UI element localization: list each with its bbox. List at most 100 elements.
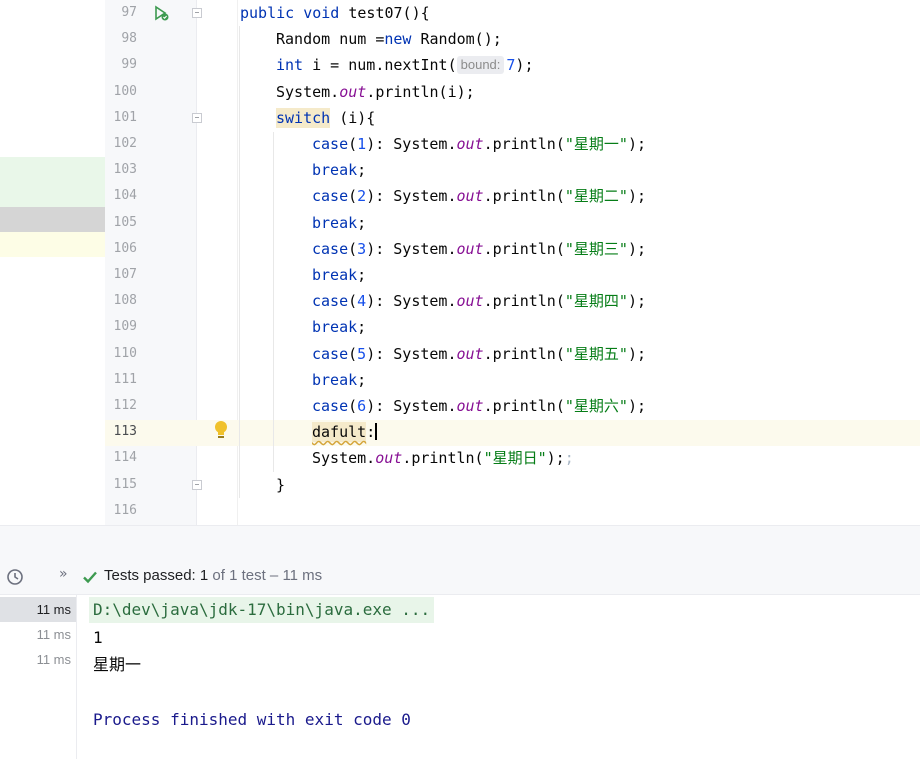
code-token: .println(: [483, 239, 565, 258]
console-output-line: 1: [93, 628, 103, 647]
intention-bulb-icon[interactable]: [214, 420, 228, 440]
code-line[interactable]: int i = num.nextInt(bound: 7);: [276, 52, 533, 78]
code-line[interactable]: Random num =new Random();: [276, 26, 502, 52]
code-token: "星期一": [564, 135, 628, 153]
code-token: test07(){: [348, 4, 430, 22]
code-token: switch: [276, 107, 331, 128]
parameter-hint: bound:: [456, 56, 505, 75]
code-token: "星期二": [564, 187, 628, 206]
fold-marker[interactable]: [192, 113, 202, 123]
code-token: case: [312, 344, 349, 363]
code-line[interactable]: case(4): System.out.println("星期四");: [312, 288, 646, 314]
fold-marker[interactable]: [192, 480, 202, 490]
line-number: 111: [113, 371, 137, 387]
code-token: 5: [357, 344, 367, 363]
code-token: (i){: [330, 108, 376, 127]
gutter-separator: [237, 0, 238, 525]
code-token: 1: [357, 135, 367, 153]
code-token: .println(: [483, 292, 565, 311]
console-exit-line: Process finished with exit code 0: [93, 710, 411, 729]
code-line[interactable]: }: [276, 472, 285, 498]
code-line[interactable]: System.out.println("星期日");;: [312, 445, 574, 471]
test-tree-row[interactable]: 11 ms: [0, 647, 76, 672]
code-line[interactable]: break;: [312, 314, 366, 340]
line-number: 112: [113, 398, 137, 413]
line-number: 104: [113, 188, 137, 204]
code-line[interactable]: break;: [312, 367, 366, 393]
code-token: );: [546, 449, 565, 468]
vcs-change-strip: [0, 0, 105, 525]
code-token: (: [348, 292, 358, 311]
code-line[interactable]: dafult:: [312, 419, 378, 445]
line-number: 101: [113, 109, 137, 125]
code-token: 4: [357, 292, 367, 311]
tool-window-divider[interactable]: [0, 525, 920, 559]
code-token: ;: [357, 213, 367, 232]
code-token: "星期日": [483, 449, 547, 468]
line-number: 100: [113, 83, 137, 99]
code-token: ): System.: [366, 344, 457, 363]
line-number: 116: [113, 502, 137, 518]
code-token: int: [276, 56, 313, 75]
status-label: Tests passed:: [104, 567, 200, 584]
test-tree-row[interactable]: 11 ms: [0, 622, 76, 647]
line-number: 113: [113, 424, 137, 440]
code-line[interactable]: case(6): System.out.println("星期六");: [312, 393, 646, 419]
chevron-right-icon[interactable]: »: [59, 566, 68, 582]
code-token: out: [456, 292, 484, 311]
status-summary: of 1 test – 11 ms: [208, 567, 323, 584]
code-line[interactable]: switch (i){: [276, 105, 375, 131]
test-tree-row[interactable]: 11 ms: [0, 597, 76, 622]
code-token: ): System.: [366, 397, 457, 415]
code-token: void: [303, 4, 349, 22]
code-token: (: [348, 239, 358, 258]
code-token: );: [627, 239, 646, 258]
line-number: 110: [113, 345, 137, 361]
line-number: 106: [113, 240, 137, 256]
code-line[interactable]: case(3): System.out.println("星期三");: [312, 236, 646, 262]
code-line[interactable]: public void test07(){: [240, 0, 430, 26]
line-number: 102: [113, 136, 137, 151]
code-token: );: [515, 56, 534, 75]
code-token: break: [312, 213, 358, 232]
code-line[interactable]: System.out.println(i);: [276, 79, 475, 105]
fold-marker[interactable]: [192, 8, 202, 18]
code-token: (: [348, 397, 358, 415]
code-token: ): System.: [366, 187, 457, 206]
code-token: case: [312, 187, 349, 206]
test-tree: 11 ms 11 ms 11 ms: [0, 595, 77, 759]
code-token: (: [348, 135, 358, 153]
code-token: "星期五": [564, 344, 628, 363]
code-token: break: [312, 318, 358, 337]
code-token: .println(: [483, 344, 565, 363]
code-token: ;: [564, 449, 574, 468]
line-number: 109: [113, 319, 137, 335]
code-line[interactable]: case(1): System.out.println("星期一");: [312, 131, 646, 157]
code-editor[interactable]: 97 public void test07(){98 Random num =new…: [0, 0, 920, 525]
code-token: "星期三": [564, 239, 628, 258]
code-line[interactable]: break;: [312, 210, 366, 236]
code-token: ;: [357, 318, 367, 337]
code-token: );: [627, 397, 646, 415]
code-line[interactable]: case(5): System.out.println("星期五");: [312, 341, 646, 367]
code-line[interactable]: case(2): System.out.println("星期二");: [312, 183, 646, 209]
run-test-icon[interactable]: [152, 4, 170, 22]
indent-guide: [239, 26, 240, 498]
history-clock-icon[interactable]: [6, 568, 24, 586]
console-command-line[interactable]: D:\dev\java\jdk-17\bin\java.exe ...: [89, 597, 435, 623]
line-number: 98: [121, 31, 137, 47]
code-token: out: [339, 82, 367, 101]
code-token: "星期四": [564, 292, 628, 311]
code-token: (: [348, 344, 358, 363]
code-token: ;: [357, 266, 367, 284]
code-token: .println(: [402, 449, 484, 468]
code-token: out: [375, 449, 403, 468]
code-token: case: [312, 239, 349, 258]
code-line[interactable]: break;: [312, 157, 366, 183]
code-token: new: [384, 30, 421, 49]
code-token: .println(i);: [366, 82, 475, 101]
code-line[interactable]: break;: [312, 262, 366, 288]
code-token: );: [627, 135, 646, 153]
code-token: case: [312, 135, 349, 153]
console-output[interactable]: D:\dev\java\jdk-17\bin\java.exe ... 1 星期…: [77, 595, 920, 759]
